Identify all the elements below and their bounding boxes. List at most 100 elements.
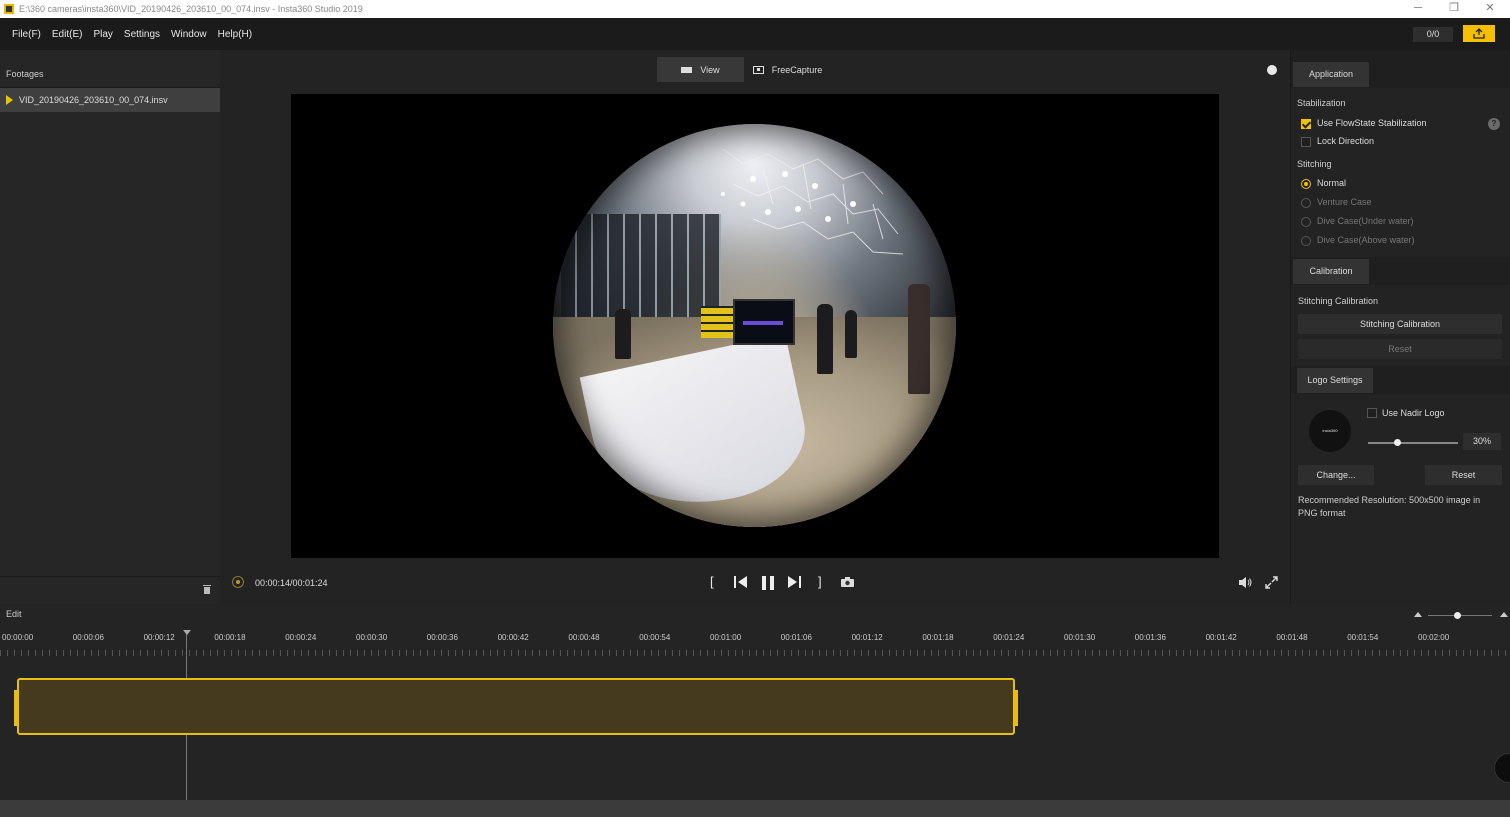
mark-out-icon[interactable]: ] [818, 575, 822, 589]
ruler-tick-label: 00:01:42 [1205, 633, 1237, 642]
footages-footer [0, 576, 220, 604]
tab-freecapture[interactable]: FreeCapture [744, 57, 831, 82]
stitch-dive-above-label: Dive Case(Above water) [1317, 235, 1415, 245]
tab-freecapture-label: FreeCapture [771, 64, 823, 75]
change-logo-button[interactable]: Change... [1298, 465, 1374, 485]
stitch-venture-label: Venture Case [1317, 197, 1372, 207]
timeline-ruler[interactable]: 00:00:00 00:00:06 00:00:12 00:00:18 00:00:24… [0, 632, 1510, 656]
menu-bar: File(F) Edit(E) Play Settings Window Hel… [0, 18, 1510, 50]
freecapture-icon [752, 65, 764, 74]
export-icon [1473, 28, 1485, 39]
clip-end-handle[interactable] [1014, 690, 1018, 726]
ruler-tick-label: 00:01:54 [1347, 633, 1379, 642]
stitch-normal-radio[interactable] [1301, 179, 1311, 189]
flowstate-checkbox[interactable] [1301, 119, 1311, 129]
play-triangle-icon [6, 95, 13, 105]
panorama-sphere[interactable] [553, 124, 956, 527]
footages-title: Footages [0, 50, 220, 88]
camera-icon[interactable] [841, 577, 854, 587]
ruler-tick-label: 00:00:54 [639, 633, 671, 642]
prev-frame-icon[interactable] [734, 576, 748, 588]
player-controls: 00:00:14/00:01:24 [ ] [220, 568, 1290, 598]
menu-file[interactable]: File(F) [12, 29, 41, 40]
recommended-resolution-text: Recommended Resolution: 500x500 image in… [1298, 495, 1481, 518]
tab-application[interactable]: Application [1293, 62, 1369, 87]
ruler-tick-label: 00:01:48 [1276, 633, 1308, 642]
lock-direction-label: Lock Direction [1317, 136, 1375, 146]
ruler-tick-label: 00:01:06 [780, 633, 812, 642]
stitch-dive-above-radio[interactable] [1301, 236, 1311, 246]
logo-opacity-slider[interactable] [1368, 439, 1458, 446]
zoom-knob[interactable] [1454, 612, 1461, 619]
footage-filename: VID_20190426_203610_00_074.insv [19, 95, 168, 105]
zoom-out-icon[interactable] [1414, 612, 1422, 617]
menu-play[interactable]: Play [93, 29, 112, 40]
clip-start-handle[interactable] [14, 690, 18, 726]
logo-reset-button[interactable]: Reset [1425, 465, 1502, 485]
record-dot-icon[interactable] [1267, 65, 1277, 75]
ruler-line [0, 650, 1510, 656]
minimize-icon[interactable]: ─ [1400, 0, 1436, 18]
mark-in-icon[interactable]: [ [710, 575, 714, 589]
tab-logo-settings[interactable]: Logo Settings [1297, 368, 1373, 393]
stitching-calibration-title: Stitching Calibration [1298, 296, 1379, 306]
menu-window[interactable]: Window [171, 29, 207, 40]
flowstate-label: Use FlowState Stabilization [1317, 118, 1427, 128]
fullscreen-icon[interactable] [1265, 576, 1278, 589]
stitch-venture-radio[interactable] [1301, 198, 1311, 208]
logo-settings-header: Logo Settings [1291, 366, 1510, 394]
title-bar: E:\360 cameras\insta360\VID_20190426_203… [0, 0, 1510, 18]
target-icon[interactable] [232, 576, 244, 588]
footage-item[interactable]: VID_20190426_203610_00_074.insv [0, 88, 220, 112]
footages-panel: Footages VID_20190426_203610_00_074.insv [0, 50, 220, 604]
stitch-normal-label: Normal [1317, 178, 1347, 188]
timeline-panel: Edit 00:00:00 00:00:06 00:00:12 00:00:18 00:… [0, 604, 1510, 817]
use-nadir-logo-checkbox[interactable] [1367, 408, 1377, 418]
use-nadir-logo-label: Use Nadir Logo [1382, 408, 1445, 418]
nav-ball[interactable] [1494, 753, 1510, 783]
playback-time: 00:00:14/00:01:24 [255, 578, 328, 588]
tab-view[interactable]: View [657, 57, 744, 82]
export-counter: 0/0 [1413, 27, 1453, 42]
nadir-logo-preview: insta360 [1309, 410, 1351, 452]
ruler-tick-label: 00:01:30 [1064, 633, 1096, 642]
restore-icon[interactable]: ❐ [1436, 0, 1472, 18]
logo-opacity-value[interactable]: 30% [1463, 433, 1501, 450]
ruler-tick-label: 00:01:36 [1134, 633, 1166, 642]
ruler-tick-label: 00:00:12 [143, 633, 175, 642]
menu-settings[interactable]: Settings [124, 29, 160, 40]
ruler-tick-label: 00:01:00 [710, 633, 742, 642]
ruler-tick-label: 00:01:18 [922, 633, 954, 642]
ruler-tick-label: 00:00:00 [2, 633, 34, 642]
settings-panel: Application Stabilization Use FlowState … [1290, 50, 1510, 604]
zoom-in-icon[interactable] [1500, 612, 1508, 617]
stitching-calibration-button[interactable]: Stitching Calibration [1298, 314, 1502, 334]
export-button[interactable] [1463, 25, 1495, 42]
menu-help[interactable]: Help(H) [218, 29, 252, 40]
trash-icon[interactable] [203, 585, 211, 594]
pause-icon[interactable] [762, 576, 774, 590]
ruler-tick-label: 00:00:36 [426, 633, 458, 642]
volume-icon[interactable] [1239, 577, 1252, 588]
timeline-clip[interactable] [14, 678, 1018, 735]
ruler-tick-label: 00:01:24 [993, 633, 1025, 642]
calibration-header: Calibration [1291, 257, 1510, 285]
next-frame-icon[interactable] [787, 576, 801, 588]
tab-view-label: View [700, 64, 720, 75]
ruler-tick-label: 00:00:24 [285, 633, 317, 642]
stitch-dive-under-radio[interactable] [1301, 217, 1311, 227]
view-icon [681, 66, 693, 73]
preview-area: View FreeCapture 00:00:14/00:01:24 [] [220, 50, 1290, 604]
menu-edit[interactable]: Edit(E) [52, 29, 83, 40]
logo-opacity-knob[interactable] [1394, 439, 1401, 446]
close-icon[interactable]: ✕ [1472, 0, 1508, 18]
tab-calibration[interactable]: Calibration [1293, 259, 1369, 284]
ruler-tick-label: 00:00:06 [72, 633, 104, 642]
calibration-reset-button[interactable]: Reset [1298, 339, 1502, 359]
lock-direction-checkbox[interactable] [1301, 137, 1311, 147]
stitching-title: Stitching [1297, 159, 1332, 169]
timeline-zoom [1412, 611, 1510, 621]
video-viewport[interactable] [291, 94, 1219, 558]
ruler-tick-label: 00:00:18 [214, 633, 246, 642]
help-icon[interactable]: ? [1488, 118, 1500, 130]
